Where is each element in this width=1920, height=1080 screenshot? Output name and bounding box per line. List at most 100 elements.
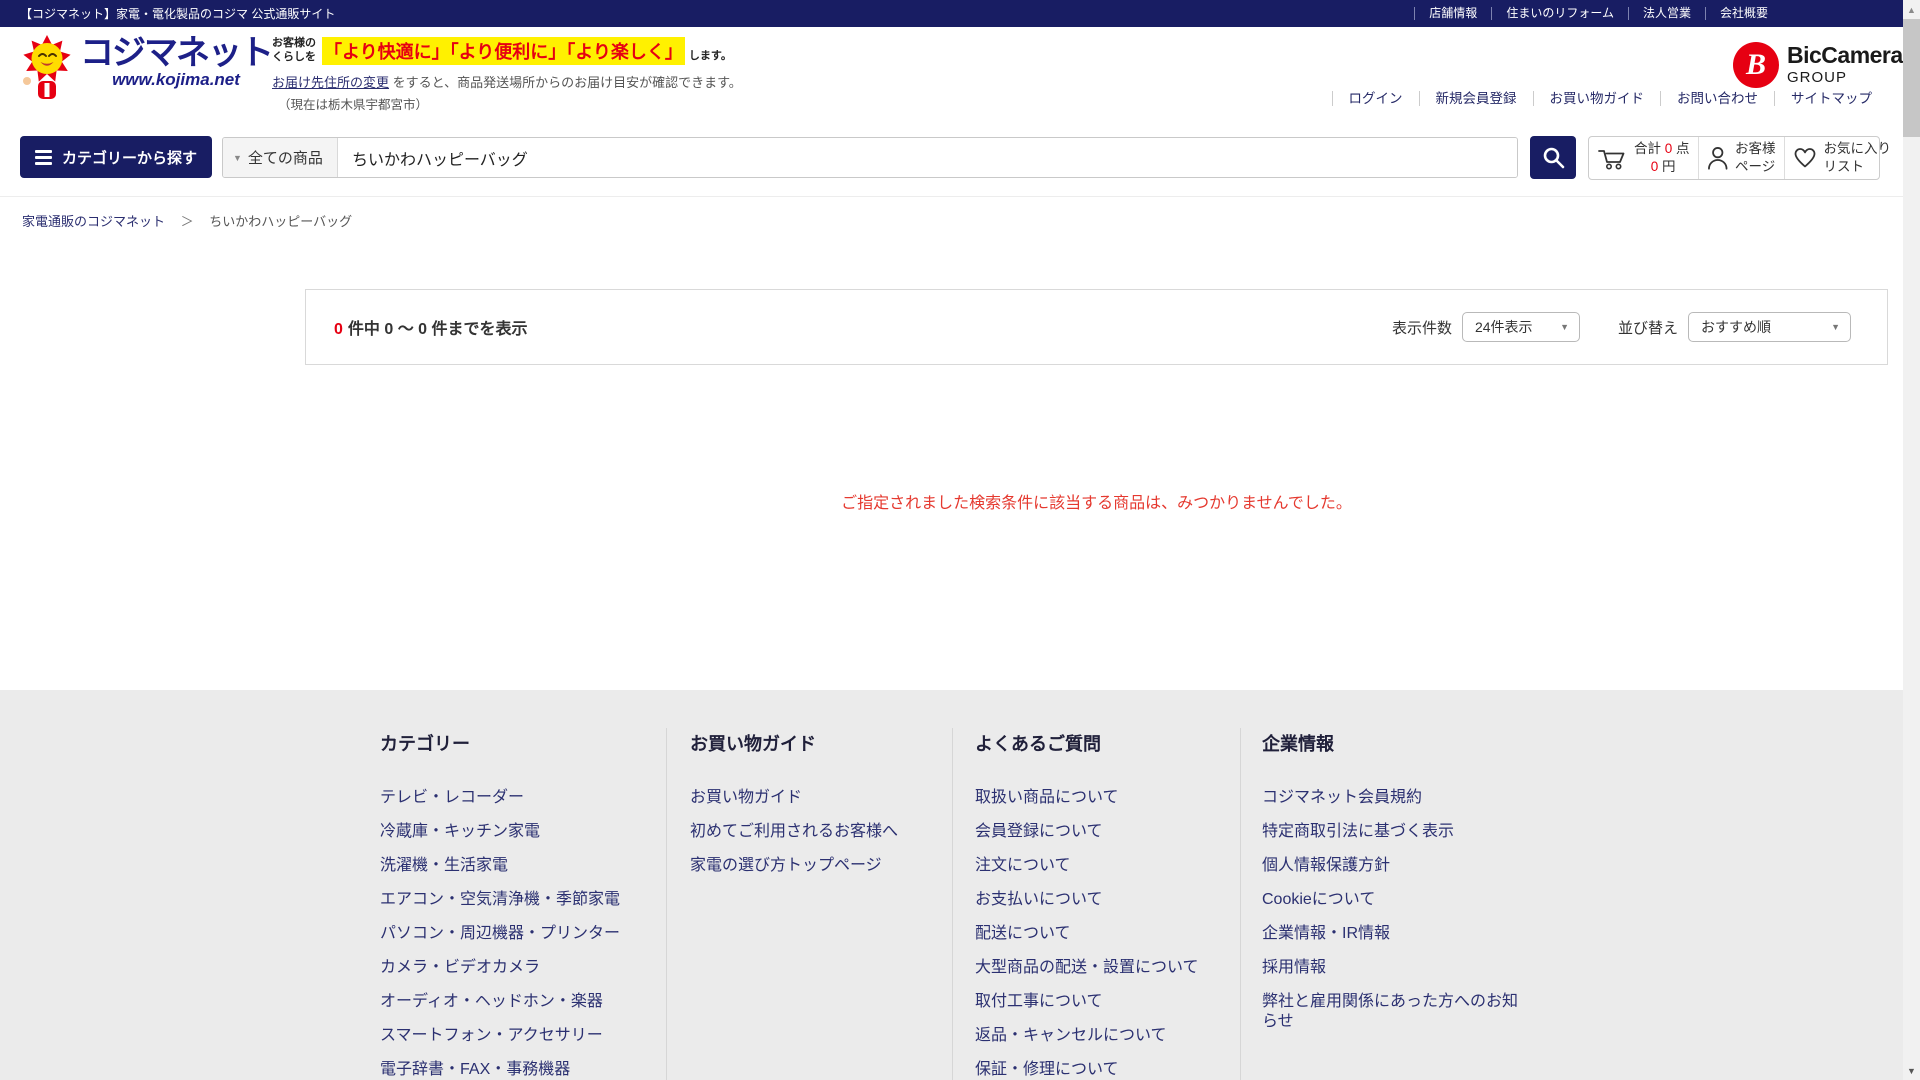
footer-link[interactable]: お買い物ガイド	[690, 788, 938, 808]
search-input[interactable]	[338, 138, 1517, 177]
footer-link[interactable]: 弊社と雇用関係にあった方へのお知らせ	[1262, 992, 1522, 1032]
footer-link[interactable]: 洗濯機・生活家電	[380, 856, 652, 876]
header-links: ログイン新規会員登録お買い物ガイドお問い合わせサイトマップ	[1332, 91, 1889, 106]
footer-column-corporate: 企業情報 コジマネット会員規約特定商取引法に基づく表示個人情報保護方針Cooki…	[1262, 730, 1522, 1046]
footer-link[interactable]: 企業情報・IR情報	[1262, 924, 1522, 944]
cart-icon	[1597, 145, 1627, 171]
search-bar: ▼ 全ての商品	[222, 137, 1518, 178]
caret-down-icon: ▼	[1560, 322, 1569, 332]
breadcrumb-separator: ＞	[181, 214, 194, 229]
logo-url: www.kojima.net	[80, 70, 272, 90]
footer-column-categories: カテゴリー テレビ・レコーダー冷蔵庫・キッチン家電洗濯機・生活家電エアコン・空気…	[380, 730, 652, 1080]
scroll-up-arrow-icon[interactable]: ▲	[1903, 1, 1920, 18]
favorites-button[interactable]: お気に入りリスト	[1784, 137, 1900, 179]
footer-link[interactable]: 初めてご利用されるお客様へ	[690, 822, 938, 842]
footer-divider	[952, 728, 953, 1080]
sort-label: 並び替え	[1618, 317, 1678, 338]
cart-button[interactable]: 合計 0 点 0 円	[1589, 137, 1698, 179]
biccamera-group-label: GROUP	[1787, 69, 1903, 86]
breadcrumb: 家電通販のコジマネット ＞ ちいかわハッピーバッグ	[22, 211, 352, 230]
per-page-select[interactable]: 24件表示 ▼	[1462, 312, 1580, 342]
footer-link[interactable]: 注文について	[975, 856, 1225, 876]
search-button[interactable]	[1530, 136, 1576, 179]
magnifier-icon	[1542, 146, 1565, 169]
footer-divider	[1240, 728, 1241, 1080]
search-scope-dropdown[interactable]: ▼ 全ての商品	[223, 138, 338, 177]
topbar-link[interactable]: 法人営業	[1628, 7, 1705, 20]
footer-link[interactable]: 電子辞書・FAX・事務機器	[380, 1060, 652, 1080]
tagline-prefix: お客様の くらしを	[272, 37, 316, 65]
footer-column-faq: よくあるご質問 取扱い商品について会員登録について注文についてお支払いについて配…	[975, 730, 1225, 1080]
heart-icon	[1793, 147, 1817, 169]
footer-column-title: お買い物ガイド	[690, 730, 938, 756]
category-menu-button[interactable]: カテゴリーから探す	[20, 136, 212, 178]
per-page-label: 表示件数	[1392, 317, 1452, 338]
delivery-address-link[interactable]: お届け先住所の変更	[272, 75, 389, 90]
topbar-link[interactable]: 住まいのリフォーム	[1491, 7, 1628, 20]
results-toolbar: 0件中 0 ～ 0 件までを表示 表示件数 24件表示 ▼ 並び替え おすすめ順…	[305, 289, 1888, 365]
no-results-message: ご指定されました検索条件に該当する商品は、みつかりませんでした。	[305, 489, 1888, 513]
footer-divider	[666, 728, 667, 1080]
topbar-link[interactable]: 店舗情報	[1414, 7, 1491, 20]
header: コジマネット www.kojima.net お客様の くらしを 「より快適に」「…	[0, 27, 1920, 111]
site-title: 【コジマネット】家電・電化製品のコジマ 公式通販サイト	[20, 5, 335, 22]
breadcrumb-current: ちいかわハッピーバッグ	[209, 214, 352, 229]
footer-link[interactable]: テレビ・レコーダー	[380, 788, 652, 808]
header-link[interactable]: サイトマップ	[1774, 91, 1888, 106]
footer-link[interactable]: エアコン・空気清浄機・季節家電	[380, 890, 652, 910]
kojima-mascot-icon	[18, 35, 76, 101]
tagline-highlight: 「より快適に」「より便利に」「より楽しく」	[322, 37, 685, 65]
vertical-scrollbar[interactable]: ▲ ▼	[1903, 0, 1920, 1080]
footer-column-title: よくあるご質問	[975, 730, 1225, 756]
footer-link[interactable]: 冷蔵庫・キッチン家電	[380, 822, 652, 842]
footer-link[interactable]: 取付工事について	[975, 992, 1225, 1012]
footer-link[interactable]: 会員登録について	[975, 822, 1225, 842]
delivery-notice-text: をすると、商品発送場所からのお届け目安が確認できます。	[389, 75, 742, 90]
header-link[interactable]: ログイン	[1332, 91, 1419, 106]
footer-link[interactable]: 家電の選び方トップページ	[690, 856, 938, 876]
tagline: お客様の くらしを 「より快適に」「より便利に」「より楽しく」 します。 お届け…	[272, 37, 742, 113]
utility-box: 合計 0 点 0 円 お客様ページ お気に入りリスト	[1588, 136, 1880, 180]
breadcrumb-home-link[interactable]: 家電通販のコジマネット	[22, 214, 165, 229]
biccamera-group-logo[interactable]: B BicCamera GROUP	[1733, 42, 1903, 88]
footer-column-title: カテゴリー	[380, 730, 652, 756]
person-icon	[1707, 146, 1729, 170]
footer-link[interactable]: 特定商取引法に基づく表示	[1262, 822, 1522, 842]
footer-link[interactable]: 配送について	[975, 924, 1225, 944]
footer-link[interactable]: 採用情報	[1262, 958, 1522, 978]
footer-link[interactable]: 取扱い商品について	[975, 788, 1225, 808]
footer-link[interactable]: カメラ・ビデオカメラ	[380, 958, 652, 978]
topbar-link[interactable]: 会社概要	[1705, 7, 1782, 20]
results-count: 0件中 0 ～ 0 件までを表示	[306, 315, 528, 339]
footer-link[interactable]: お支払いについて	[975, 890, 1225, 910]
footer-link[interactable]: 大型商品の配送・設置について	[975, 958, 1225, 978]
scroll-down-arrow-icon[interactable]: ▼	[1903, 1062, 1920, 1079]
footer-link[interactable]: Cookieについて	[1262, 890, 1522, 910]
footer-link[interactable]: 返品・キャンセルについて	[975, 1026, 1225, 1046]
search-row: カテゴリーから探す ▼ 全ての商品 合計 0 点 0 円	[0, 111, 1920, 197]
caret-down-icon: ▼	[233, 153, 242, 163]
tagline-suffix: します。	[689, 47, 732, 63]
footer-link[interactable]: スマートフォン・アクセサリー	[380, 1026, 652, 1046]
footer-column-guide: お買い物ガイド お買い物ガイド初めてご利用されるお客様へ家電の選び方トップページ	[690, 730, 938, 890]
sort-select[interactable]: おすすめ順 ▼	[1688, 312, 1851, 342]
footer-link[interactable]: 保証・修理について	[975, 1060, 1225, 1080]
biccamera-brand: BicCamera	[1787, 44, 1903, 67]
footer: カテゴリー テレビ・レコーダー冷蔵庫・キッチン家電洗濯機・生活家電エアコン・空気…	[0, 690, 1920, 1080]
kojima-logo[interactable]: コジマネット www.kojima.net	[18, 35, 272, 101]
biccamera-mark-icon: B	[1733, 42, 1779, 88]
account-button[interactable]: お客様ページ	[1698, 137, 1784, 179]
header-link[interactable]: お買い物ガイド	[1533, 91, 1661, 106]
header-link[interactable]: 新規会員登録	[1419, 91, 1533, 106]
header-link[interactable]: お問い合わせ	[1660, 91, 1774, 106]
footer-link[interactable]: オーディオ・ヘッドホン・楽器	[380, 992, 652, 1012]
topbar: 【コジマネット】家電・電化製品のコジマ 公式通販サイト 店舗情報住まいのリフォー…	[0, 0, 1920, 27]
footer-link[interactable]: パソコン・周辺機器・プリンター	[380, 924, 652, 944]
topbar-links: 店舗情報住まいのリフォーム法人営業会社概要	[1414, 7, 1782, 20]
logo-name: コジマネット	[80, 35, 272, 72]
hamburger-icon	[35, 150, 52, 165]
footer-link[interactable]: 個人情報保護方針	[1262, 856, 1522, 876]
caret-down-icon: ▼	[1831, 322, 1840, 332]
scrollbar-thumb[interactable]	[1903, 19, 1920, 137]
footer-link[interactable]: コジマネット会員規約	[1262, 788, 1522, 808]
